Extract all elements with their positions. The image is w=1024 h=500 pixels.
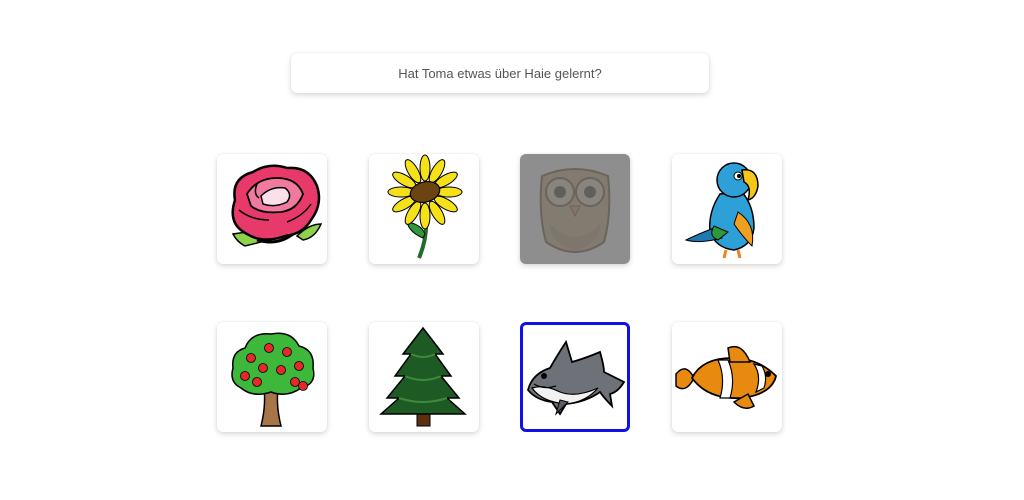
- picture-card-sunflower[interactable]: [369, 154, 479, 264]
- picture-card-shark[interactable]: [520, 322, 630, 432]
- picture-card-apple-tree[interactable]: [217, 322, 327, 432]
- picture-card-rose[interactable]: [217, 154, 327, 264]
- picture-card-parrot[interactable]: [672, 154, 782, 264]
- question-box: Hat Toma etwas über Haie gelernt?: [291, 53, 709, 93]
- question-text: Hat Toma etwas über Haie gelernt?: [398, 65, 602, 81]
- sunflower-icon: [387, 154, 463, 259]
- parrot-icon: [684, 162, 759, 259]
- picture-card-fir-tree[interactable]: [369, 322, 479, 432]
- apple-tree-icon: [231, 332, 315, 427]
- rose-icon: [231, 164, 323, 247]
- clownfish-icon: [675, 345, 777, 409]
- picture-card-clownfish[interactable]: [672, 322, 782, 432]
- picture-card-owl[interactable]: [520, 154, 630, 264]
- shark-icon: [527, 339, 626, 416]
- owl-icon: [539, 168, 611, 253]
- fir-tree-icon: [379, 326, 467, 427]
